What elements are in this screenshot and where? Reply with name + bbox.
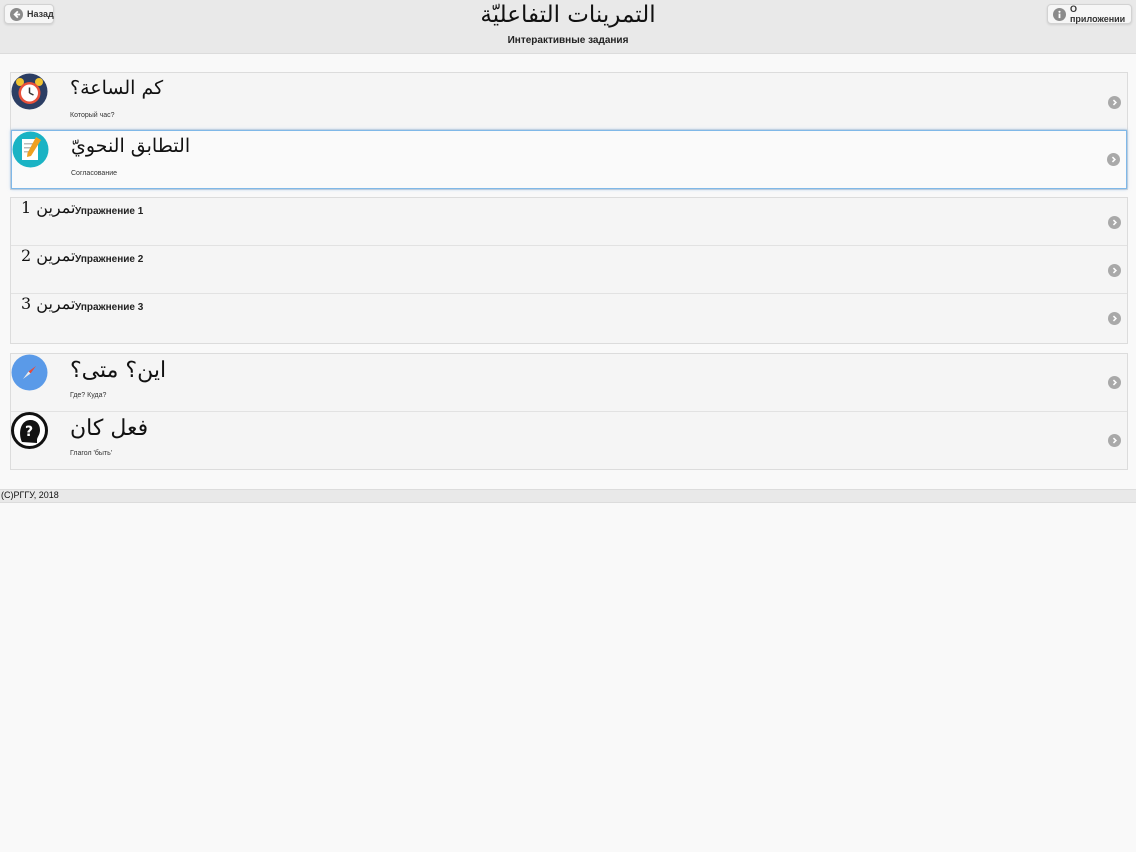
page-subtitle: Интерактивные задания — [507, 35, 629, 46]
question-head-icon: ? — [11, 412, 48, 449]
exercise-title-ar: تمرين 2 — [21, 246, 76, 265]
exercise-item-3[interactable]: تمرين 3 Упражнение 3 — [11, 294, 1127, 342]
copyright-text: (C)РГГУ, 2018 — [1, 490, 59, 500]
exercise-title-ru: Упражнение 1 — [75, 206, 144, 217]
exercise-title-ar: تمرين 1 — [21, 198, 76, 217]
list-item-subtitle: Который час? — [70, 112, 115, 119]
chevron-right-icon — [1108, 264, 1121, 277]
chevron-right-icon — [1108, 376, 1121, 389]
about-button-label: О приложении — [1070, 4, 1126, 24]
exercise-item-2[interactable]: تمرين 2 Упражнение 2 — [11, 246, 1127, 294]
chevron-right-icon — [1107, 153, 1120, 166]
notepad-pencil-icon — [12, 131, 49, 168]
alarm-clock-icon — [11, 73, 48, 110]
header-bar: Назад التمرينات التفاعليّة Интерактивные… — [0, 0, 1136, 54]
list-item-title: فعل كان — [70, 416, 149, 441]
chevron-right-icon — [1108, 434, 1121, 447]
list-item-subtitle: Где? Куда? — [70, 392, 107, 399]
list-item-title: كم الساعة؟ — [70, 77, 164, 99]
list-item-where-when[interactable]: اين؟ متى؟ Где? Куда? — [11, 354, 1127, 412]
exercise-title-ru: Упражнение 2 — [75, 254, 144, 265]
topic-list-1: كم الساعة؟ Который час? التطابق النحويّ … — [10, 72, 1128, 190]
page-title: التمرينات التفاعليّة — [480, 2, 656, 28]
chevron-right-icon — [1108, 96, 1121, 109]
exercise-item-1[interactable]: تمرين 1 Упражнение 1 — [11, 198, 1127, 246]
exercise-list: تمرين 1 Упражнение 1 تمرين 2 Упражнение … — [10, 197, 1128, 344]
compass-icon — [11, 354, 48, 391]
chevron-right-icon — [1108, 216, 1121, 229]
info-icon — [1053, 7, 1066, 21]
exercise-title-ru: Упражнение 3 — [75, 302, 144, 313]
list-item-title: اين؟ متى؟ — [70, 358, 167, 383]
list-item-agreement[interactable]: التطابق النحويّ Согласование — [11, 130, 1127, 189]
about-button[interactable]: О приложении — [1047, 4, 1132, 24]
footer: (C)РГГУ, 2018 — [0, 489, 1136, 503]
list-item-what-time[interactable]: كم الساعة؟ Который час? — [11, 73, 1127, 130]
topic-list-2: اين؟ متى؟ Где? Куда? ? فعل كان Глагол 'б… — [10, 353, 1128, 470]
list-item-title: التطابق النحويّ — [71, 135, 191, 157]
exercise-title-ar: تمرين 3 — [21, 294, 76, 313]
svg-text:?: ? — [25, 424, 33, 440]
chevron-right-icon — [1108, 312, 1121, 325]
list-item-subtitle: Согласование — [71, 170, 117, 177]
list-item-subtitle: Глагол 'быть' — [70, 450, 113, 457]
list-item-verb-to-be[interactable]: ? فعل كان Глагол 'быть' — [11, 412, 1127, 469]
